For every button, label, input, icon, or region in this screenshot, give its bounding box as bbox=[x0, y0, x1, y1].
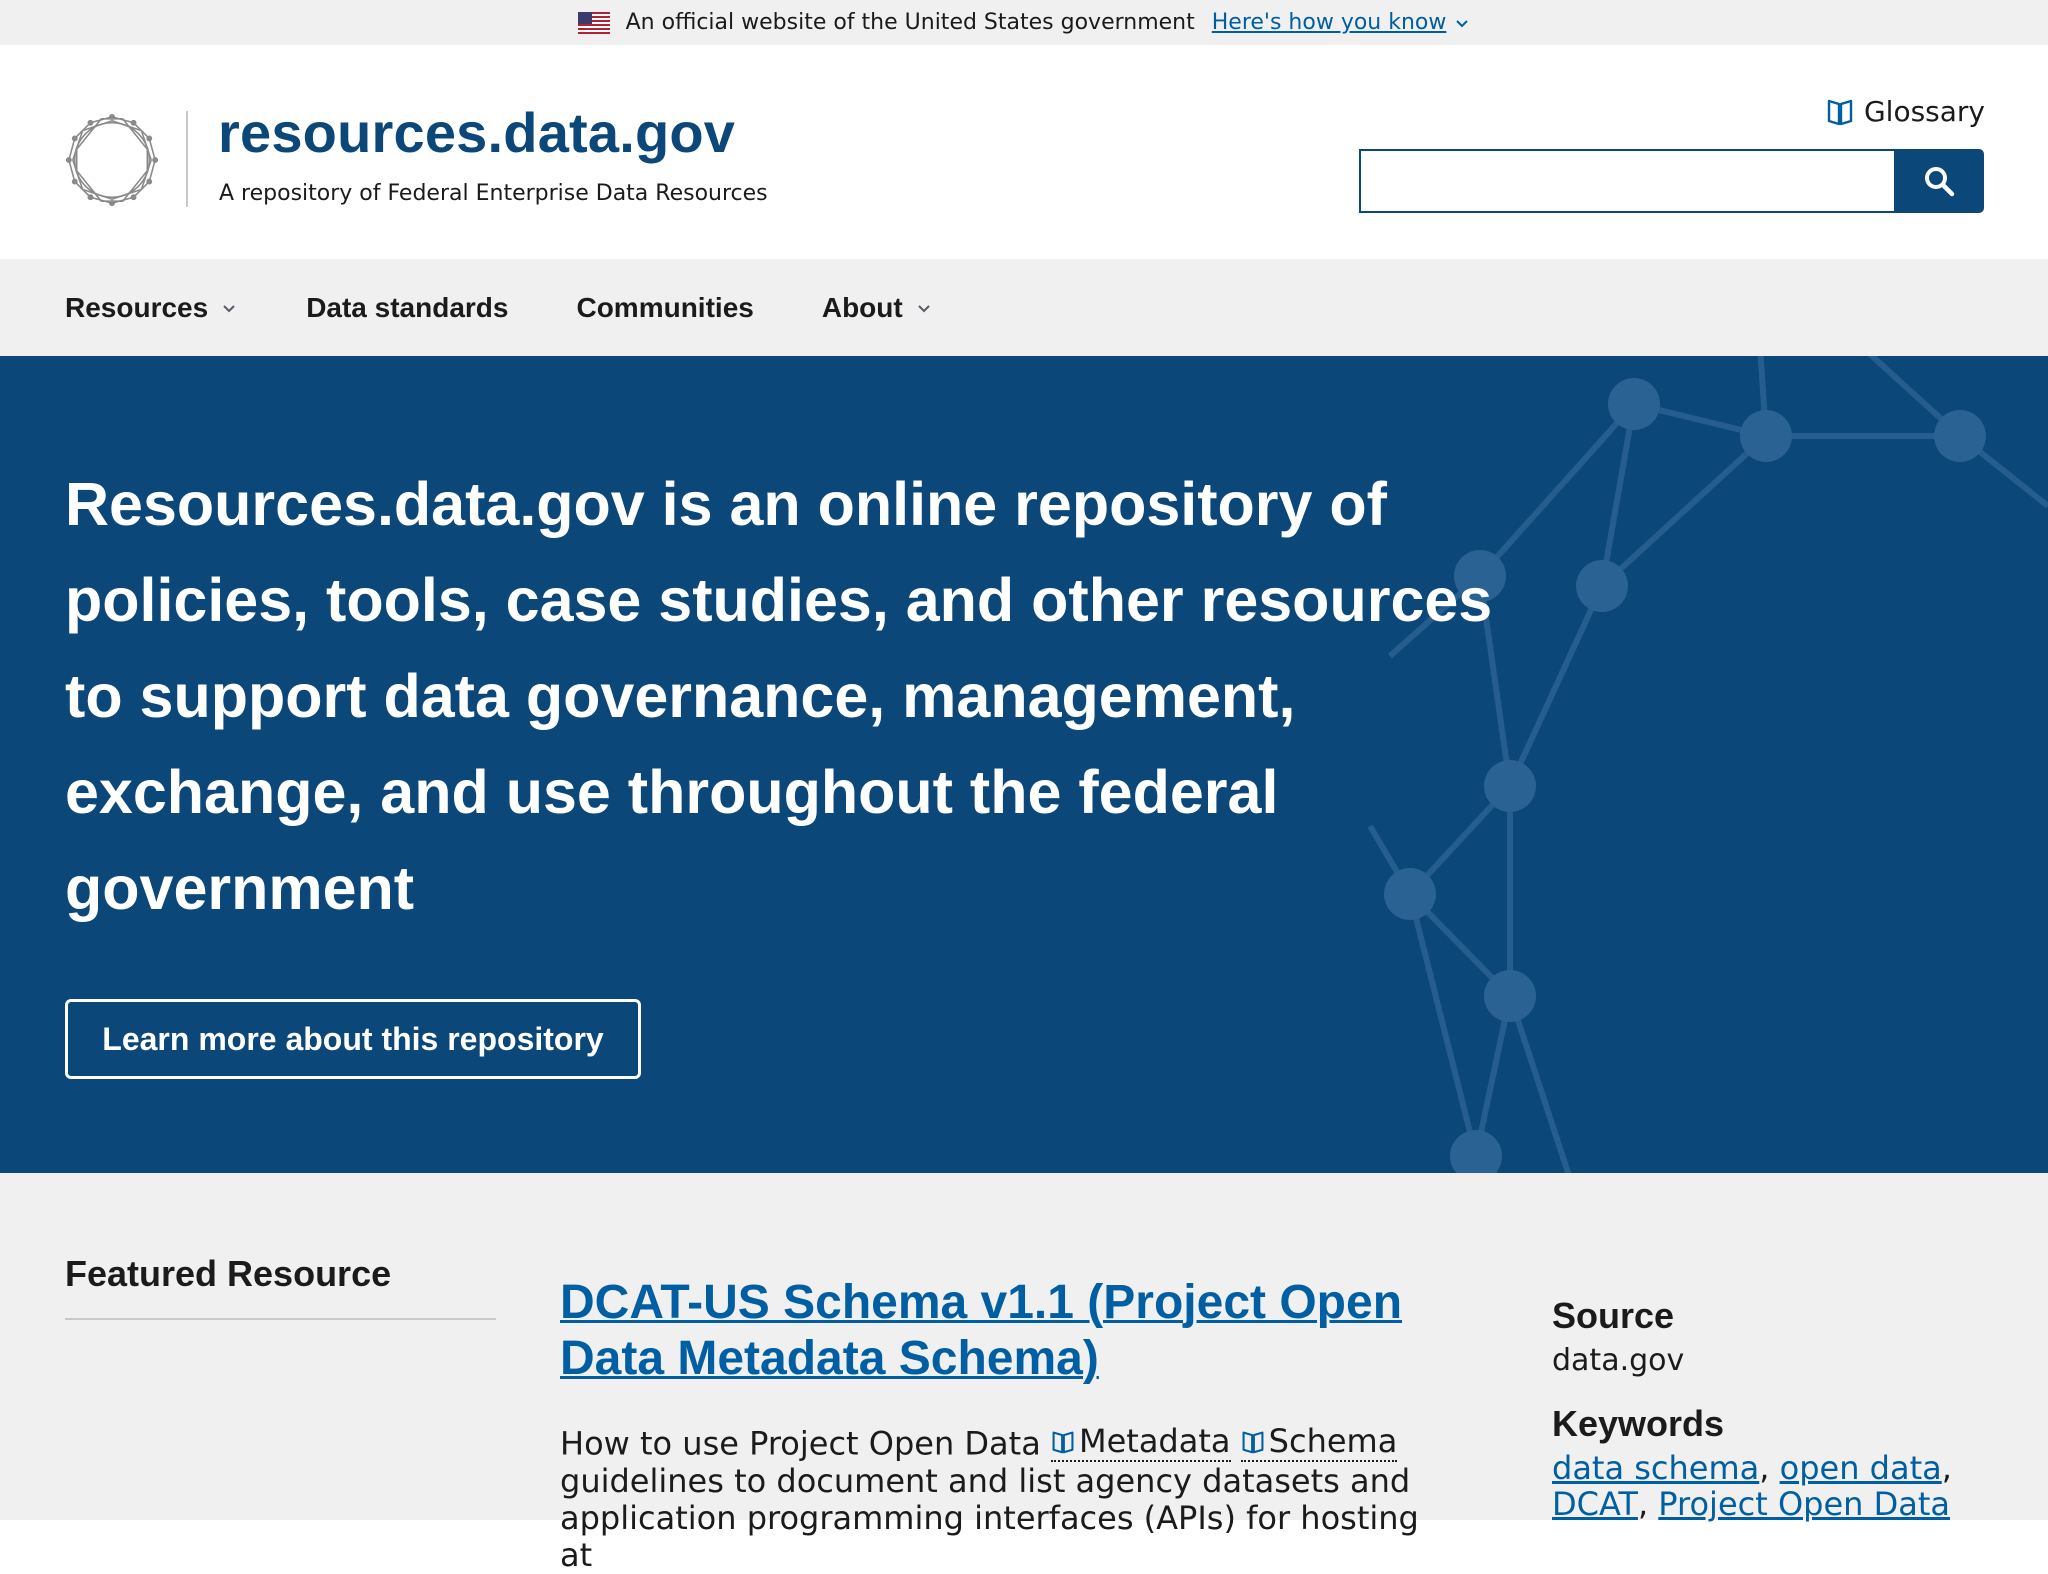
featured-divider bbox=[65, 1318, 496, 1320]
book-icon bbox=[1827, 99, 1853, 125]
primary-nav: Resources Data standards Communities Abo… bbox=[0, 259, 2048, 356]
glossary-term-label: Metadata bbox=[1078, 1422, 1231, 1460]
glossary-term-metadata[interactable]: Metadata bbox=[1050, 1422, 1231, 1462]
chevron-down-icon bbox=[917, 304, 930, 312]
featured-heading: Featured Resource bbox=[65, 1253, 392, 1294]
site-header: resources.data.gov A repository of Feder… bbox=[0, 45, 2048, 259]
hero-section: Resources.data.gov is an online reposito… bbox=[0, 356, 2048, 1173]
featured-resource-link[interactable]: DCAT-US Schema v1.1 (Project Open Data M… bbox=[560, 1275, 1420, 1387]
resource-description: How to use Project Open Data Metadata Sc… bbox=[560, 1423, 1420, 1574]
official-text: An official website of the United States… bbox=[625, 10, 1195, 35]
site-title[interactable]: resources.data.gov bbox=[218, 100, 735, 165]
site-tagline: A repository of Federal Enterprise Data … bbox=[219, 181, 768, 206]
source-value: data.gov bbox=[1552, 1343, 1685, 1378]
learn-more-button[interactable]: Learn more about this repository bbox=[65, 999, 641, 1079]
search-icon bbox=[1925, 167, 1955, 197]
keyword-link[interactable]: data schema bbox=[1552, 1449, 1759, 1487]
keywords-label: Keywords bbox=[1552, 1403, 1725, 1444]
glossary-term-schema[interactable]: Schema bbox=[1240, 1422, 1398, 1462]
nav-item-label: Data standards bbox=[306, 291, 509, 323]
search-form bbox=[1359, 149, 1984, 213]
keyword-link[interactable]: Project Open Data bbox=[1658, 1485, 1950, 1523]
search-input[interactable] bbox=[1359, 149, 1894, 213]
nav-item-label: About bbox=[821, 291, 903, 323]
nav-item-data-standards[interactable]: Data standards bbox=[306, 292, 508, 324]
book-icon bbox=[1052, 1431, 1074, 1453]
logo-divider bbox=[186, 111, 188, 207]
chevron-down-icon bbox=[223, 304, 235, 312]
glossary-label: Glossary bbox=[1863, 95, 1985, 128]
description-prefix: How to use Project Open Data bbox=[560, 1424, 1051, 1463]
nav-item-resources[interactable]: Resources bbox=[65, 292, 238, 324]
featured-section: Featured Resource DCAT-US Schema v1.1 (P… bbox=[0, 1173, 2048, 1573]
nav-item-about[interactable]: About bbox=[822, 292, 933, 324]
keywords-list: data schema, open data, DCAT, Project Op… bbox=[1552, 1449, 1952, 1523]
official-gov-banner: An official website of the United States… bbox=[0, 0, 2048, 45]
hero-headline: Resources.data.gov is an online reposito… bbox=[65, 470, 1493, 922]
keyword-link[interactable]: open data bbox=[1780, 1449, 1942, 1487]
heres-how-you-know-label: Here's how you know bbox=[1211, 10, 1447, 35]
glossary-button[interactable]: Glossary bbox=[1826, 95, 1985, 128]
us-flag-icon bbox=[577, 11, 610, 34]
keyword-link[interactable]: DCAT bbox=[1552, 1485, 1638, 1523]
nav-item-label: Communities bbox=[576, 291, 754, 323]
chevron-down-icon bbox=[1456, 19, 1469, 27]
search-button[interactable] bbox=[1894, 149, 1984, 213]
source-label: Source bbox=[1552, 1295, 1675, 1336]
nav-item-label: Resources bbox=[65, 291, 209, 323]
nav-item-communities[interactable]: Communities bbox=[576, 292, 753, 324]
site-logo-icon[interactable] bbox=[63, 111, 161, 209]
book-icon bbox=[1242, 1431, 1264, 1453]
glossary-term-label: Schema bbox=[1268, 1422, 1398, 1460]
heres-how-you-know-link[interactable]: Here's how you know bbox=[1212, 10, 1471, 35]
description-suffix: guidelines to document and list agency d… bbox=[560, 1461, 1419, 1574]
